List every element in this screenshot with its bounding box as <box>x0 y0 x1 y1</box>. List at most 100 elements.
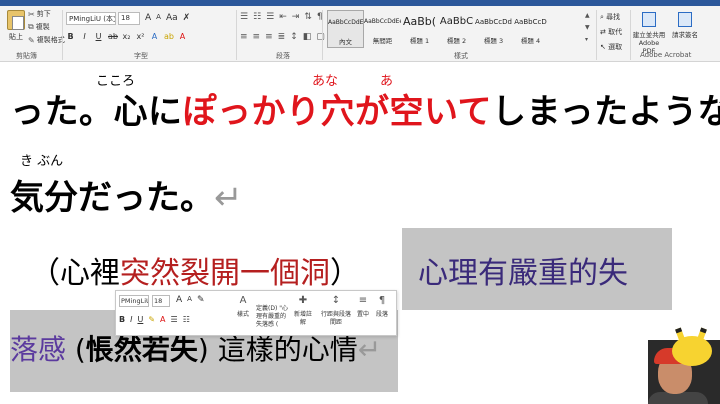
format-painter-icon[interactable]: ✎ <box>197 295 205 305</box>
line-spacing-icon[interactable]: ↕ <box>290 32 298 42</box>
divider <box>322 10 323 60</box>
text-effects-icon[interactable]: A <box>150 32 159 41</box>
divider <box>236 10 237 60</box>
copy-button[interactable]: ⧉ 複製 <box>28 22 50 32</box>
paste-button[interactable]: 貼上 <box>3 10 29 48</box>
italic-icon[interactable]: I <box>130 315 132 324</box>
mini-center-button[interactable]: ≡ 置中 <box>356 296 370 319</box>
style-heading-1[interactable]: AaBb( 標題 1 <box>401 10 438 48</box>
numbering-icon[interactable]: ☷ <box>253 12 261 22</box>
font-size-box[interactable]: 18 <box>118 12 140 25</box>
request-sign-button[interactable]: 請求簽名 <box>668 12 702 39</box>
styles-icon: A <box>239 295 247 306</box>
mini-font-box[interactable]: PMingLiU <box>119 295 149 307</box>
increase-indent-icon[interactable]: ⇥ <box>292 12 300 22</box>
divider <box>62 10 63 60</box>
selection-highlight[interactable]: 心理有嚴重的失 <box>402 228 672 310</box>
underline-icon[interactable]: U <box>137 315 143 324</box>
mini-format-tools: B I U ✎ A ☰ ☷ <box>119 315 190 324</box>
underline-icon[interactable]: U <box>94 32 103 41</box>
copy-icon: ⧉ <box>28 22 34 31</box>
clipboard-group-label: 剪貼簿 <box>16 52 37 60</box>
pdf-icon <box>642 12 656 27</box>
mini-comment-button[interactable]: ✚ 新增註解 <box>292 295 314 327</box>
paragraph-group-label: 段落 <box>276 52 290 60</box>
mini-styles-button[interactable]: A 樣式 <box>234 295 252 319</box>
paragraph-tools-row2: ≡ ≡ ≡ ≣ ↕ ◧ ▢ <box>240 32 325 42</box>
search-icon: ⌕ <box>600 13 604 21</box>
create-pdf-button[interactable]: 建立並共用 Adobe PDF <box>632 12 666 55</box>
more-icon[interactable]: ▾ <box>585 36 590 43</box>
font-color-icon[interactable]: A <box>178 32 187 41</box>
numbering-icon[interactable]: ☷ <box>183 315 190 324</box>
font-color-icon[interactable]: A <box>160 315 165 324</box>
bullets-icon[interactable]: ☰ <box>171 315 178 324</box>
subscript-icon[interactable]: x₂ <box>122 32 131 41</box>
font-group-label: 字型 <box>134 52 148 60</box>
acrobat-group-label: Adobe Acrobat <box>640 51 692 59</box>
styles-group-label: 樣式 <box>454 52 468 60</box>
cut-button[interactable]: ✂ 剪下 <box>28 9 51 19</box>
font-name-box[interactable]: PMingLiU (本文) <box>66 12 116 25</box>
justify-icon[interactable]: ≣ <box>278 32 286 42</box>
mini-spacing-button[interactable]: ↕ 行距與段落間距 <box>320 295 352 327</box>
bold-icon[interactable]: B <box>66 32 75 41</box>
strikethrough-icon[interactable]: ab <box>108 32 118 41</box>
highlight-icon[interactable]: ✎ <box>148 315 155 324</box>
chevron-up-icon[interactable]: ▲ <box>585 12 590 19</box>
style-heading-2[interactable]: AaBbC 標題 2 <box>438 10 475 48</box>
clear-format-icon[interactable]: ✗ <box>183 13 191 23</box>
multilevel-list-icon[interactable]: ☰ <box>266 12 274 22</box>
style-no-spacing[interactable]: AaBbCcDdEe 無間距 <box>364 10 401 48</box>
highlight-icon[interactable]: ab <box>164 32 174 41</box>
align-center-icon[interactable]: ≡ <box>253 32 261 42</box>
replace-icon: ⇄ <box>600 28 606 36</box>
italic-icon[interactable]: I <box>80 32 89 41</box>
change-case-icon[interactable]: Aa <box>166 13 178 23</box>
comment-icon: ✚ <box>298 295 308 306</box>
cursor-icon: ↖ <box>600 43 606 51</box>
mini-paragraph-button[interactable]: ¶ 段落 <box>374 295 390 319</box>
style-heading-3[interactable]: AaBbCcDd 標題 3 <box>475 10 512 48</box>
align-right-icon[interactable]: ≡ <box>265 32 273 42</box>
replace-button[interactable]: ⇄ 取代 <box>600 27 622 37</box>
bold-icon[interactable]: B <box>119 315 125 324</box>
sort-icon[interactable]: ⇅ <box>304 12 312 22</box>
document-page[interactable]: こころ あな あ った。心にぽっかり穴が空いてしまったような き ぶん 気分だっ… <box>0 62 720 404</box>
pikachu-figure <box>672 336 712 366</box>
signature-icon <box>678 12 692 27</box>
shading-icon[interactable]: ◧ <box>303 32 312 42</box>
paragraph-tools-row1: ☰ ☷ ☰ ⇤ ⇥ ⇅ ¶ <box>240 12 323 22</box>
format-painter-button[interactable]: ✎ 複製格式 <box>28 35 65 45</box>
style-normal[interactable]: AaBbCcDdEe 內文 <box>327 10 364 48</box>
grow-font-icon[interactable]: A <box>145 13 151 23</box>
brush-icon: ✎ <box>28 35 35 45</box>
select-button[interactable]: ↖ 選取 <box>600 42 622 52</box>
find-button[interactable]: ⌕ 尋找 <box>600 12 622 22</box>
shrink-font-icon[interactable]: A <box>156 13 161 23</box>
mini-size-box[interactable]: 18 <box>152 295 170 307</box>
style-heading-4[interactable]: AaBbCcD 標題 4 <box>512 10 549 48</box>
paragraph-mark: ↵ <box>357 333 382 366</box>
mini-define-button[interactable]: 定義(D) "心理有嚴重的失落感 ( <box>256 305 290 329</box>
font-format-tools: B I U ab x₂ x² A ab A <box>66 32 187 41</box>
grow-font-icon[interactable]: A <box>176 295 182 305</box>
line-spacing-icon: ↕ <box>331 295 341 306</box>
align-left-icon[interactable]: ≡ <box>240 32 248 42</box>
paragraph-icon: ¶ <box>378 295 386 306</box>
styles-scroll[interactable]: ▲ ▼ ▾ <box>585 12 590 43</box>
translation-line: （心裡突然裂開一個洞） <box>30 256 360 291</box>
styles-gallery: AaBbCcDdEe 內文 AaBbCcDdEe 無間距 AaBb( 標題 1 … <box>327 10 549 48</box>
chevron-down-icon[interactable]: ▼ <box>585 24 590 31</box>
scissors-icon: ✂ <box>28 9 35 19</box>
bullets-icon[interactable]: ☰ <box>240 12 248 22</box>
shrink-font-icon[interactable]: A <box>187 295 192 305</box>
divider <box>596 10 597 60</box>
superscript-icon[interactable]: x² <box>136 32 145 41</box>
decrease-indent-icon[interactable]: ⇤ <box>279 12 287 22</box>
borders-icon[interactable]: ▢ <box>316 32 325 42</box>
paragraph-mark: ↵ <box>214 178 243 218</box>
floating-mini-toolbar: PMingLiU 18 A A ✎ B I U ✎ A ☰ ☷ A 樣式 定義(… <box>115 290 397 336</box>
divider <box>630 10 631 60</box>
clipboard-icon <box>7 10 25 30</box>
